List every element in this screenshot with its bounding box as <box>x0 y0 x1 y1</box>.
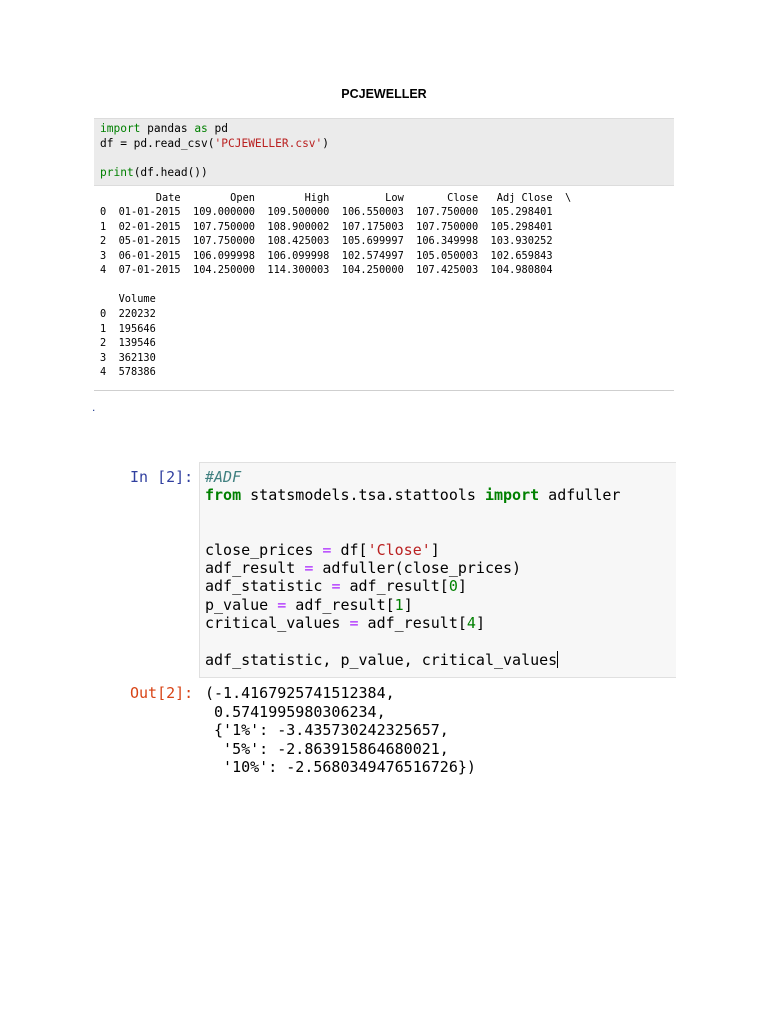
output-line: (-1.4167925741512384, <box>205 684 395 702</box>
builtin-print: print <box>100 166 134 179</box>
code-text: p_value <box>205 596 278 614</box>
output-prompt: Out[2]: <box>130 684 194 702</box>
text-cursor <box>557 651 559 668</box>
output-volume-header: Volume <box>100 293 156 305</box>
code-text: adf_result <box>205 559 305 577</box>
code-text: pandas <box>140 122 195 135</box>
code-line-return: adf_statistic, p_value, critical_values <box>205 651 559 669</box>
output-data-row: 4 07-01-2015 104.250000 114.300003 104.2… <box>100 264 553 276</box>
code-text: adf_result[ <box>286 596 395 614</box>
code-line-comment: #ADF <box>205 468 241 486</box>
output-line: 0.5741995980306234, <box>205 703 386 721</box>
output-volume-row: 4 578386 <box>100 366 156 378</box>
code-text: pd <box>207 122 229 135</box>
keyword-import: import <box>100 122 141 135</box>
output-data-row: 1 02-01-2015 107.750000 108.900002 107.1… <box>100 220 553 233</box>
operator: = <box>277 596 287 614</box>
number-literal: 4 <box>466 614 476 632</box>
code-text: statsmodels.tsa.stattools <box>241 486 485 504</box>
output-line: '5%': -2.863915864680021, <box>205 740 449 758</box>
output-volume-row: 3 362130 <box>100 351 156 364</box>
code-text: adfuller <box>539 486 621 504</box>
output-volume-row: 0 220232 <box>100 308 156 320</box>
code-line-adf-result: adf_result = adfuller(close_prices) <box>205 559 521 577</box>
output-line: {'1%': -3.435730242325657, <box>205 721 449 739</box>
output-volume-row: 1 195646 <box>100 322 156 335</box>
code-line-critical-values: critical_values = adf_result[4] <box>205 614 485 632</box>
code-text: ] <box>475 614 485 632</box>
number-literal: 0 <box>448 577 458 595</box>
code-line-import: from statsmodels.tsa.stattools import ad… <box>205 486 620 504</box>
code-text: adf_result[ <box>358 614 467 632</box>
code-text: adf_result[ <box>340 577 449 595</box>
code-text: ) <box>322 137 330 150</box>
output-data-row: 2 05-01-2015 107.750000 108.425003 105.6… <box>100 235 553 247</box>
code-line-adf-statistic: adf_statistic = adf_result[0] <box>205 577 467 595</box>
code-cell-adf[interactable]: #ADF from statsmodels.tsa.stattools impo… <box>199 462 676 678</box>
code-text: df[ <box>331 541 368 559</box>
code-line-read-csv: df = pd.read_csv('PCJEWELLER.csv') <box>100 137 329 151</box>
code-comment: #ADF <box>205 468 242 486</box>
keyword-as: as <box>194 122 208 135</box>
number-literal: 1 <box>394 596 404 614</box>
output-data-row: 3 06-01-2015 106.099998 106.099998 102.5… <box>100 249 553 262</box>
output-volume-row: 2 139546 <box>100 337 156 349</box>
code-text: ] <box>430 541 440 559</box>
code-text: adf_statistic <box>205 577 332 595</box>
output-header-row: Date Open High Low Close Adj Close \ <box>100 192 572 204</box>
code-text: adfuller(close_prices) <box>313 559 522 577</box>
code-text: adf_statistic, p_value, critical_values <box>205 651 558 669</box>
output-line: '10%': -2.5680349476516726}) <box>205 758 476 776</box>
code-text: close_prices <box>205 541 323 559</box>
stray-dot: . <box>92 400 96 414</box>
operator: = <box>349 614 359 632</box>
document-title: PCJEWELLER <box>341 87 427 101</box>
code-line-close-prices: close_prices = df['Close'] <box>205 541 440 559</box>
code-line-import: import pandas as pd <box>100 122 228 136</box>
string-literal: 'Close' <box>367 541 431 559</box>
keyword-import: import <box>484 486 540 504</box>
code-text: critical_values <box>205 614 350 632</box>
code-text: ] <box>457 577 467 595</box>
keyword-from: from <box>205 486 242 504</box>
divider <box>94 390 674 391</box>
string-literal: 'PCJEWELLER.csv' <box>214 137 323 150</box>
code-text: (df.head()) <box>133 166 208 179</box>
code-cell-pandas: import pandas as pd df = pd.read_csv('PC… <box>94 118 674 186</box>
code-line-p-value: p_value = adf_result[1] <box>205 596 413 614</box>
code-line-print: print(df.head()) <box>100 166 208 180</box>
code-text: df = pd.read_csv( <box>100 137 215 150</box>
code-text: ] <box>403 596 413 614</box>
output-data-row: 0 01-01-2015 109.000000 109.500000 106.5… <box>100 206 553 218</box>
input-prompt: In [2]: <box>130 468 194 486</box>
